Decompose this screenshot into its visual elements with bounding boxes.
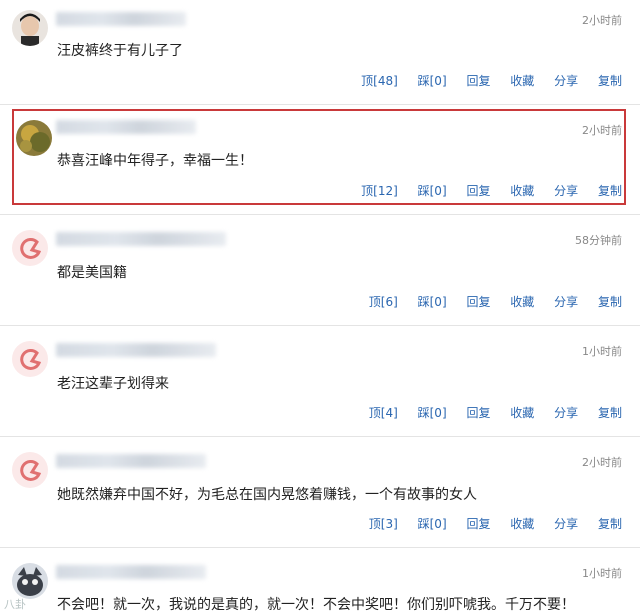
avatar[interactable] xyxy=(12,341,48,377)
highlight-box xyxy=(12,109,626,205)
divider xyxy=(0,436,640,437)
divider xyxy=(0,325,640,326)
avatar[interactable] xyxy=(12,563,48,599)
comment-time: 2小时前 xyxy=(582,456,622,469)
copy-button[interactable]: 复制 xyxy=(598,517,622,531)
comment-text: 她既然嫌弃中国不好，为毛总在国内晃悠着赚钱，一个有故事的女人 xyxy=(57,487,477,503)
favorite-button[interactable]: 收藏 xyxy=(510,295,534,309)
share-button[interactable]: 分享 xyxy=(554,517,578,531)
upvote-button[interactable]: 顶[4] xyxy=(369,406,398,420)
reply-button[interactable]: 回复 xyxy=(466,74,490,88)
comment-time: 1小时前 xyxy=(582,567,622,580)
comment-text: 汪皮裤终于有儿子了 xyxy=(57,43,183,59)
upvote-button[interactable]: 顶[6] xyxy=(369,295,398,309)
divider xyxy=(0,214,640,215)
comment-time: 2小时前 xyxy=(582,14,622,27)
username-blurred[interactable] xyxy=(56,343,216,357)
comment-actions: 顶[3] 踩[0] 回复 收藏 分享 复制 xyxy=(369,515,622,532)
watermark: 八卦 xyxy=(4,598,26,611)
comment-item: 2小时前 汪皮裤终于有儿子了 顶[48] 踩[0] 回复 收藏 分享 复制 xyxy=(0,0,640,105)
comment-time: 1小时前 xyxy=(582,345,622,358)
share-button[interactable]: 分享 xyxy=(554,295,578,309)
downvote-button[interactable]: 踩[0] xyxy=(418,74,447,88)
downvote-button[interactable]: 踩[0] xyxy=(418,295,447,309)
reply-button[interactable]: 回复 xyxy=(466,295,490,309)
avatar[interactable] xyxy=(12,10,48,46)
upvote-button[interactable]: 顶[48] xyxy=(361,74,398,88)
username-blurred[interactable] xyxy=(56,232,226,246)
comment-item: 1小时前 老汪这辈子划得来 顶[4] 踩[0] 回复 收藏 分享 复制 xyxy=(0,331,640,436)
comment-actions: 顶[6] 踩[0] 回复 收藏 分享 复制 xyxy=(369,293,622,310)
comment-actions: 顶[48] 踩[0] 回复 收藏 分享 复制 xyxy=(361,72,622,89)
favorite-button[interactable]: 收藏 xyxy=(510,517,534,531)
copy-button[interactable]: 复制 xyxy=(598,295,622,309)
comment-item: 1小时前 不会吧！就一次，我说的是真的，就一次！不会中奖吧！你们别吓唬我。千万不… xyxy=(0,553,640,616)
comment-actions: 顶[4] 踩[0] 回复 收藏 分享 复制 xyxy=(369,404,622,421)
comment-time: 58分钟前 xyxy=(575,234,622,247)
comment-item: 2小时前 她既然嫌弃中国不好，为毛总在国内晃悠着赚钱，一个有故事的女人 顶[3]… xyxy=(0,442,640,547)
comment-text: 不会吧！就一次，我说的是真的，就一次！不会中奖吧！你们别吓唬我。千万不要！ xyxy=(57,597,575,613)
favorite-button[interactable]: 收藏 xyxy=(510,406,534,420)
reply-button[interactable]: 回复 xyxy=(466,406,490,420)
comment-text: 都是美国籍 xyxy=(57,265,127,281)
share-button[interactable]: 分享 xyxy=(554,74,578,88)
upvote-button[interactable]: 顶[3] xyxy=(369,517,398,531)
copy-button[interactable]: 复制 xyxy=(598,74,622,88)
share-button[interactable]: 分享 xyxy=(554,406,578,420)
comment-item: 58分钟前 都是美国籍 顶[6] 踩[0] 回复 收藏 分享 复制 xyxy=(0,220,640,325)
divider xyxy=(0,547,640,548)
copy-button[interactable]: 复制 xyxy=(598,406,622,420)
username-blurred[interactable] xyxy=(56,454,206,468)
downvote-button[interactable]: 踩[0] xyxy=(418,517,447,531)
downvote-button[interactable]: 踩[0] xyxy=(418,406,447,420)
favorite-button[interactable]: 收藏 xyxy=(510,74,534,88)
avatar[interactable] xyxy=(12,452,48,488)
divider xyxy=(0,104,640,105)
username-blurred[interactable] xyxy=(56,12,186,26)
avatar[interactable] xyxy=(12,230,48,266)
username-blurred[interactable] xyxy=(56,565,206,579)
comment-text: 老汪这辈子划得来 xyxy=(57,376,169,392)
reply-button[interactable]: 回复 xyxy=(466,517,490,531)
